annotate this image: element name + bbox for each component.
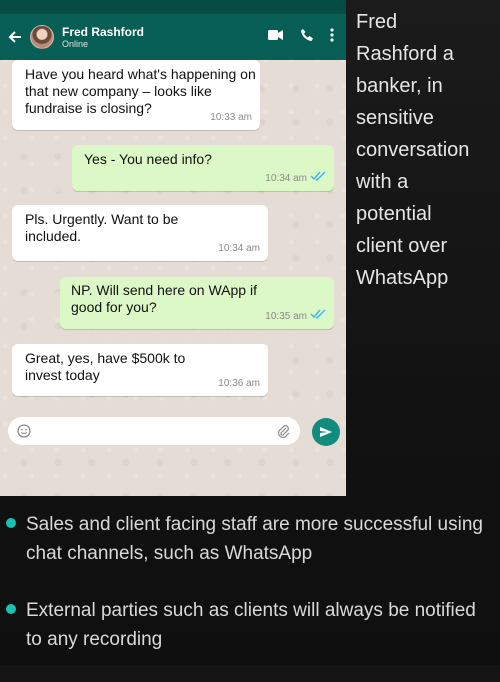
contact-info[interactable]: Fred Rashford Online <box>62 25 144 50</box>
whatsapp-phone-screenshot: Fred Rashford Online Have you heard what… <box>0 0 346 496</box>
message-text: Yes - You need info? <box>84 151 212 167</box>
message-timestamp: 10:34 am <box>218 243 260 254</box>
contact-status: Online <box>62 38 89 49</box>
message-time: 10:33 am <box>210 109 252 126</box>
message-text: NP. Will send here on WApp if good for y… <box>71 282 257 315</box>
message-text: Pls. Urgently. Want to be included. <box>25 211 179 244</box>
message-bubble-outgoing[interactable]: NP. Will send here on WApp if good for y… <box>60 277 334 329</box>
message-input[interactable] <box>8 417 300 445</box>
message-timestamp: 10:33 am <box>210 112 252 123</box>
attach-icon[interactable] <box>276 424 290 438</box>
message-text: Great, yes, have $500k to invest today <box>25 350 186 383</box>
more-vert-icon[interactable] <box>330 27 334 47</box>
message-timestamp: 10:35 am <box>265 311 307 322</box>
message-time: 10:35 am <box>265 308 326 325</box>
message-time: 10:34 am <box>265 170 326 187</box>
bullet-dot-icon <box>6 518 16 528</box>
bullet-dot-icon <box>6 604 16 614</box>
bullet-item: Sales and client facing staff are more s… <box>0 510 496 568</box>
double-check-icon <box>310 170 326 187</box>
bullet-text: Sales and client facing staff are more s… <box>26 514 483 564</box>
message-timestamp: 10:34 am <box>265 173 307 184</box>
contact-name: Fred Rashford <box>62 24 145 39</box>
status-bar <box>0 0 346 14</box>
avatar[interactable] <box>30 25 54 49</box>
message-time: 10:36 am <box>218 375 260 392</box>
side-caption: Fred Rashford a banker, in sensitive con… <box>356 11 470 289</box>
phone-icon[interactable] <box>300 28 314 47</box>
video-call-icon[interactable] <box>268 28 284 46</box>
message-bubble-incoming[interactable]: Have you heard what's happening on that … <box>12 60 260 130</box>
message-bubble-incoming[interactable]: Great, yes, have $500k to invest today 1… <box>12 344 268 396</box>
message-time: 10:34 am <box>218 240 260 257</box>
bullet-item: External parties such as clients will al… <box>0 596 496 654</box>
message-bubble-incoming[interactable]: Pls. Urgently. Want to be included. 10:3… <box>12 205 268 261</box>
back-arrow-icon[interactable] <box>0 30 30 44</box>
chat-header: Fred Rashford Online <box>0 14 346 60</box>
bullet-text: External parties such as clients will al… <box>26 600 476 650</box>
message-timestamp: 10:36 am <box>218 378 260 389</box>
send-button[interactable] <box>312 418 340 446</box>
bullet-list: Sales and client facing staff are more s… <box>0 510 500 682</box>
double-check-icon <box>310 308 326 325</box>
emoji-icon[interactable] <box>17 424 31 438</box>
send-icon <box>319 425 333 439</box>
message-bubble-outgoing[interactable]: Yes - You need info? 10:34 am <box>72 145 334 191</box>
